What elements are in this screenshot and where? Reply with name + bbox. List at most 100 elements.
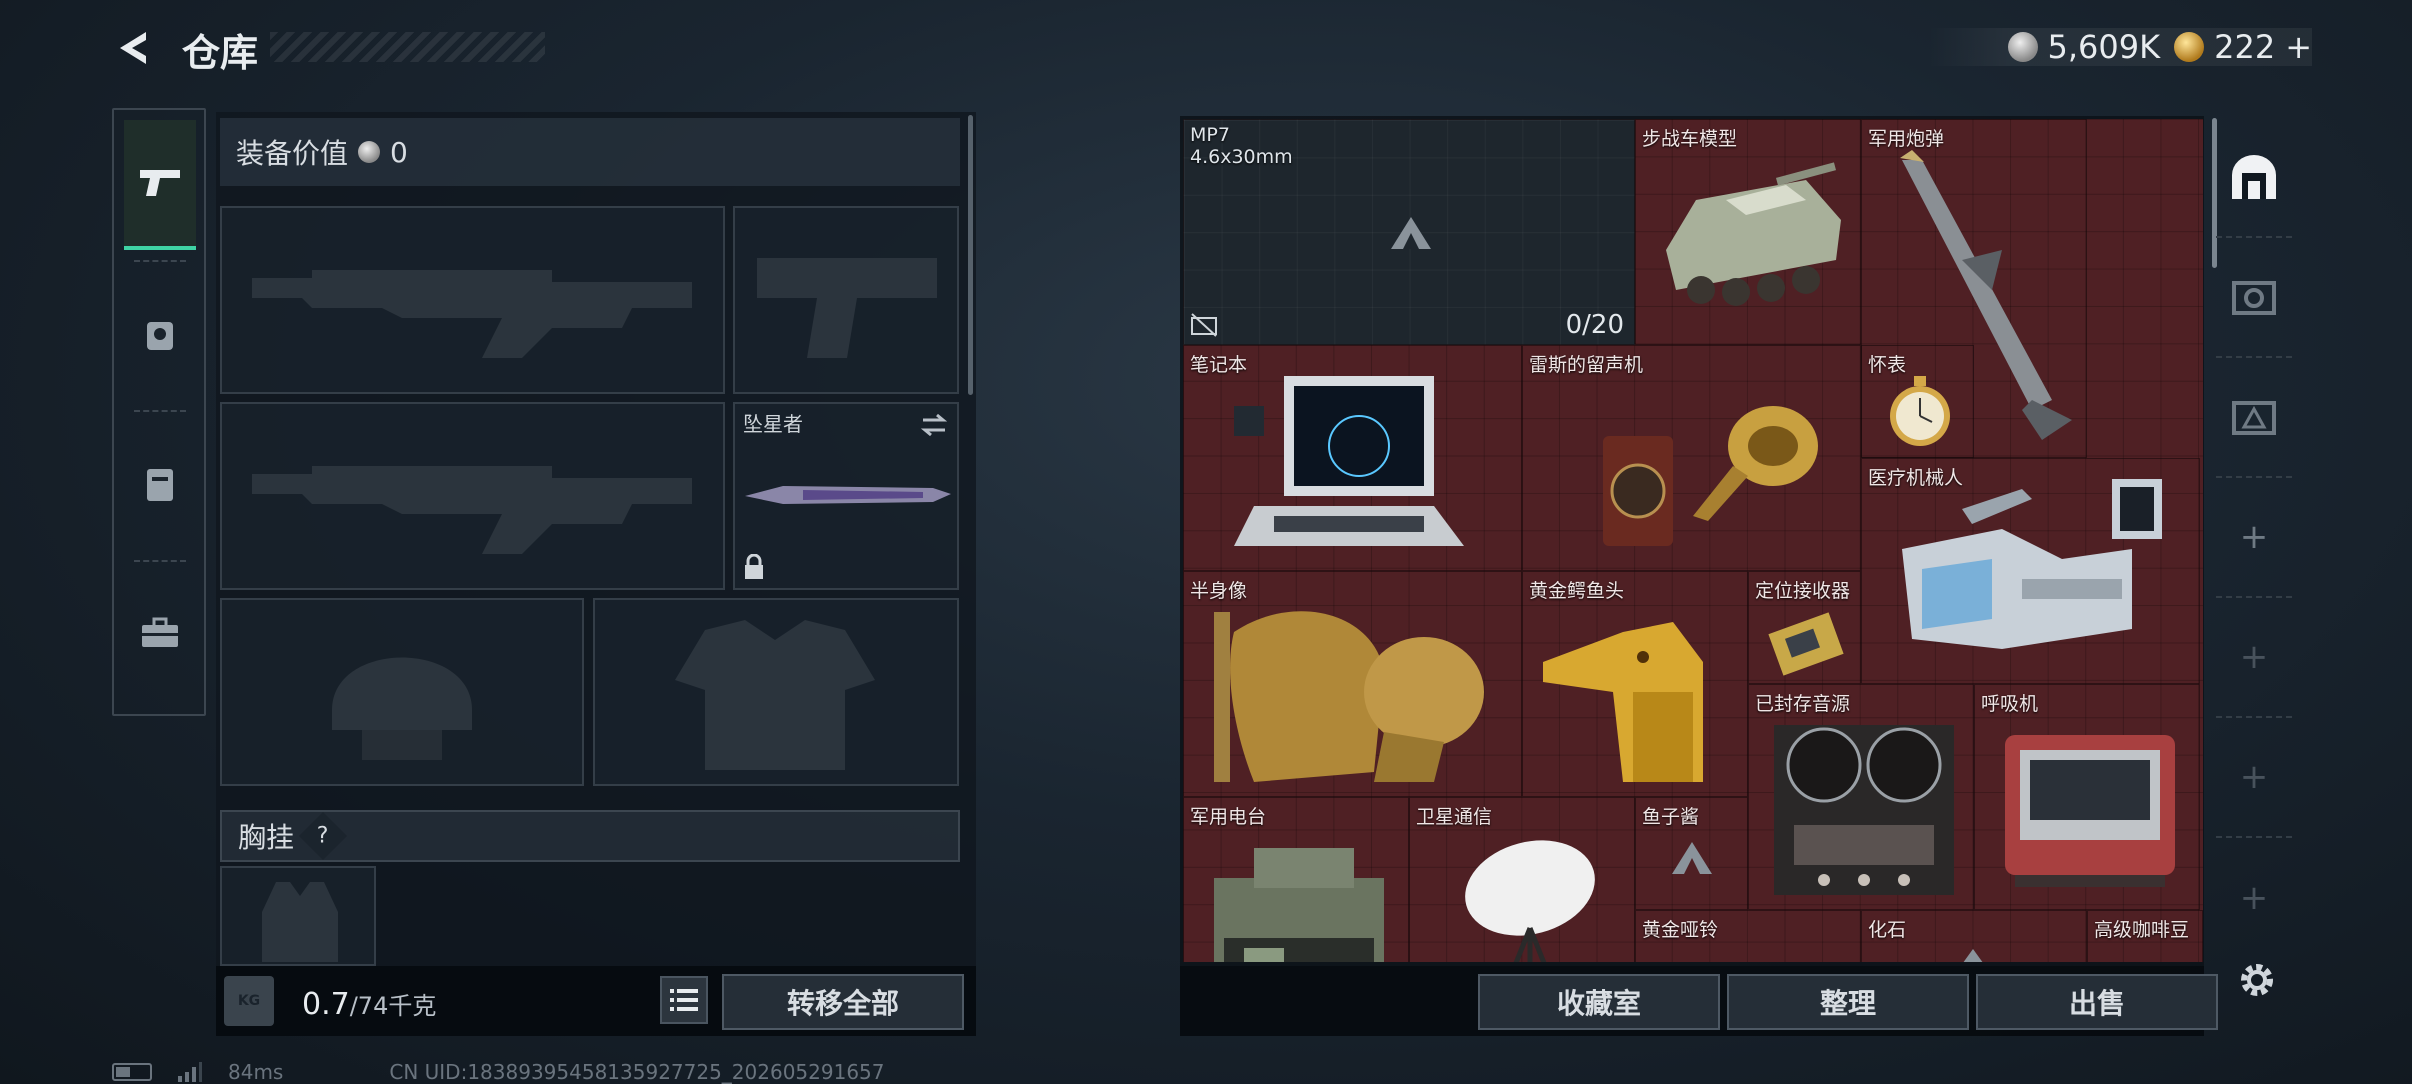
- item-bust[interactable]: 半身像: [1183, 571, 1522, 797]
- armor-slot[interactable]: [593, 598, 959, 786]
- lock-icon: [745, 554, 763, 579]
- item-military-radio[interactable]: 军用电台: [1183, 797, 1409, 962]
- tab-weapons[interactable]: [124, 120, 196, 250]
- storage-tab-2[interactable]: [2216, 238, 2292, 358]
- collection-button[interactable]: 收藏室: [1478, 974, 1720, 1030]
- item-golden-croc-head[interactable]: 黄金鳄鱼头: [1522, 571, 1748, 797]
- item-premium-coffee[interactable]: 高级咖啡豆: [2087, 910, 2203, 962]
- item-medical-robot[interactable]: 医疗机械人: [1861, 458, 2200, 684]
- user-uid: CN UID:18389395458135927725_202605291657: [389, 1060, 885, 1084]
- transfer-all-button[interactable]: 转移全部: [722, 974, 964, 1030]
- rifle-silhouette-icon: [252, 466, 692, 554]
- list-view-button[interactable]: [660, 976, 708, 1024]
- rifle-silhouette-icon: [252, 270, 692, 358]
- equipment-value: 装备价值 0: [220, 118, 960, 186]
- pistol-icon: [140, 170, 180, 196]
- item-golden-dumbbell[interactable]: 黄金哑铃: [1635, 910, 1861, 962]
- currency-bar: 5,609K 222 +: [1927, 28, 2312, 66]
- status-bar: 84ms CN UID:18389395458135927725_2026052…: [112, 1060, 885, 1084]
- armored-vehicle-icon: [1666, 162, 1841, 306]
- battery-icon: [112, 1063, 152, 1081]
- plus-icon: +: [2239, 637, 2269, 677]
- satellite-dish-icon: [1465, 840, 1595, 962]
- back-button[interactable]: [112, 26, 156, 70]
- signal-icon: [178, 1062, 202, 1082]
- no-ammo-icon: [1191, 313, 1217, 337]
- plus-icon: +: [2239, 757, 2269, 797]
- helmet-slot[interactable]: [220, 598, 584, 786]
- silver-coin-icon: [2007, 32, 2038, 62]
- storage-tab-3[interactable]: [2216, 358, 2292, 478]
- item-fossil[interactable]: 化石: [1861, 910, 2087, 962]
- rarity-triangle-icon: [1672, 842, 1712, 874]
- item-ifv-model[interactable]: 步战车模型: [1635, 119, 1861, 345]
- pistol-slot[interactable]: [733, 206, 959, 394]
- laptop-icon: [1234, 376, 1464, 546]
- add-currency-icon[interactable]: +: [2285, 28, 2312, 66]
- item-ventilator[interactable]: 呼吸机: [1974, 684, 2200, 910]
- rarity-triangle-icon: [1391, 217, 1431, 249]
- ping: 84ms: [228, 1060, 284, 1084]
- gold-currency[interactable]: 222 +: [2174, 28, 2312, 66]
- tab-toolbox[interactable]: [124, 568, 196, 698]
- organize-button[interactable]: 整理: [1727, 974, 1969, 1030]
- add-storage-4[interactable]: +: [2216, 838, 2292, 958]
- meteor-blade-icon: [745, 486, 951, 504]
- container-level-4-icon: [2232, 281, 2276, 315]
- container-level-3-icon: [2232, 401, 2276, 435]
- storage-rail: + + + +: [2216, 118, 2292, 968]
- silver-currency: 5,609K: [2007, 28, 2160, 66]
- chest-rig-header: 胸挂 ?: [220, 810, 960, 862]
- help-icon[interactable]: ?: [298, 811, 348, 861]
- item-caviar[interactable]: 鱼子酱: [1635, 797, 1748, 910]
- add-storage-1[interactable]: +: [2216, 478, 2292, 598]
- reel-to-reel-icon: [1774, 725, 1954, 895]
- receiver-icon: [1768, 612, 1844, 676]
- melee-slot[interactable]: 坠星者: [733, 402, 959, 590]
- category-rail: [112, 108, 206, 716]
- chest-rig-slot[interactable]: [220, 866, 376, 966]
- title-decoration: [270, 32, 545, 62]
- carry-weight: 0.7/74千克: [302, 987, 437, 1022]
- storage-tab-main[interactable]: [2216, 118, 2292, 238]
- swap-icon[interactable]: [919, 412, 949, 438]
- item-laptop[interactable]: 笔记本: [1183, 345, 1522, 571]
- item-mp7[interactable]: MP7 4.6x30mm 0/20: [1183, 119, 1635, 345]
- tab-backpack[interactable]: [124, 418, 196, 548]
- gold-coin-icon: [2174, 32, 2205, 62]
- robot-arm-icon: [1902, 479, 2162, 649]
- sell-button[interactable]: 出售: [1976, 974, 2218, 1030]
- pistol-silhouette-icon: [757, 258, 937, 358]
- backpack-helmet-icon: [147, 322, 173, 350]
- silver-coin-icon: [358, 141, 381, 163]
- chest-rig-silhouette-icon: [262, 882, 338, 962]
- radio-icon: [1214, 848, 1384, 962]
- golden-head-icon: [1543, 622, 1703, 782]
- bust-icon: [1214, 611, 1484, 782]
- secondary-weapon-slot[interactable]: [220, 402, 725, 590]
- vest-silhouette-icon: [675, 620, 875, 770]
- primary-weapon-slot[interactable]: [220, 206, 725, 394]
- storage-grid: MP7 4.6x30mm 0/20 步战车模型 军用炮弹 笔记本 雷斯的留声机 …: [1183, 119, 2203, 962]
- back-arrow-icon: [120, 32, 146, 64]
- item-pocket-watch[interactable]: 怀表: [1861, 345, 1974, 458]
- toolbox-icon: [142, 617, 178, 647]
- pocket-watch-icon: [1890, 376, 1950, 446]
- plus-icon: +: [2239, 517, 2269, 557]
- page-title: 仓库: [182, 31, 259, 75]
- item-sealed-audio[interactable]: 已封存音源: [1748, 684, 1974, 910]
- item-satellite-comm[interactable]: 卫星通信: [1409, 797, 1635, 962]
- add-storage-2[interactable]: +: [2216, 598, 2292, 718]
- equipment-scrollbar[interactable]: [968, 115, 973, 395]
- add-storage-3[interactable]: +: [2216, 718, 2292, 838]
- item-phonograph[interactable]: 雷斯的留声机: [1522, 345, 1861, 571]
- weight-icon: KG: [224, 976, 274, 1026]
- tab-gear[interactable]: [124, 268, 196, 398]
- settings-button[interactable]: [2232, 955, 2282, 1005]
- ventilator-icon: [2005, 735, 2175, 887]
- warehouse-icon: [2232, 155, 2276, 199]
- backpack-icon: [147, 469, 173, 501]
- item-positioning-receiver[interactable]: 定位接收器: [1748, 571, 1861, 684]
- plus-icon: +: [2239, 878, 2269, 918]
- rarity-triangle-icon: [1963, 949, 1983, 962]
